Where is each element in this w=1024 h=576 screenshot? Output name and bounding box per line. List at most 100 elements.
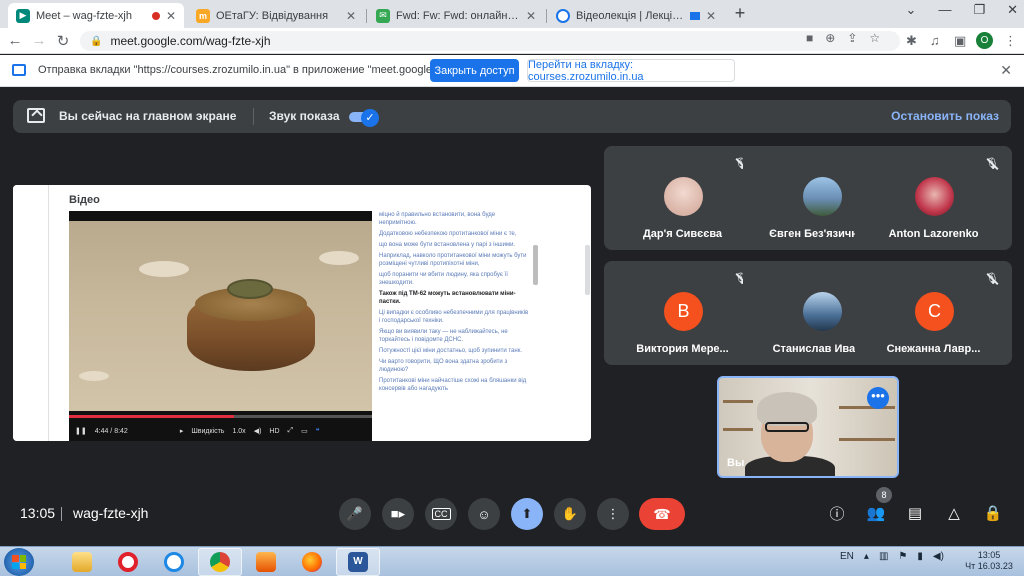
captions-button[interactable]: CC (425, 498, 457, 530)
video-player[interactable]: ❚❚ 4:44 / 8:42 ▸ Швидкість 1.0x ◀) HD ⤢ … (69, 211, 372, 441)
taskbar-explorer[interactable] (60, 548, 104, 576)
reload-icon[interactable]: ↻ (54, 32, 72, 50)
start-button[interactable] (4, 548, 34, 576)
zoom-icon[interactable]: ⊕ (825, 31, 835, 45)
flag-icon[interactable]: ⚑ (898, 551, 907, 562)
forward-icon[interactable]: → (30, 32, 48, 49)
close-tab-icon[interactable]: ✕ (706, 9, 716, 23)
present-button[interactable]: ⬆ (511, 498, 543, 530)
transcript-icon[interactable]: ❝ (316, 427, 320, 435)
stop-sharing-button[interactable]: Закрыть доступ (430, 59, 519, 82)
chevron-down-icon[interactable]: ⌄ (906, 2, 917, 18)
taskbar-media-player[interactable] (244, 548, 288, 576)
close-window-icon[interactable]: ✕ (1007, 2, 1018, 18)
bookmark-star-icon[interactable]: ☆ (869, 31, 880, 45)
restore-icon[interactable]: ❐ (973, 2, 985, 18)
meeting-info-button[interactable]: ⓘ (824, 500, 850, 526)
activities-button[interactable]: △ (941, 500, 967, 526)
taskbar-word[interactable]: W (336, 548, 380, 576)
page-scrollbar[interactable] (585, 245, 590, 295)
transcript-line[interactable]: Якщо ви виявили таку — не наближайтесь, … (379, 328, 529, 344)
volume-icon[interactable]: ◀) (933, 551, 944, 562)
host-controls-button[interactable]: 🔒 (980, 500, 1006, 526)
taskbar-opera[interactable] (106, 548, 150, 576)
back-icon[interactable]: ← (6, 32, 24, 49)
taskbar-chrome[interactable] (198, 548, 242, 576)
media-player-icon (256, 552, 276, 572)
reactions-button[interactable]: ☺ (468, 498, 500, 530)
volume-icon[interactable]: ◀) (254, 427, 262, 435)
browser-tab-bar: ▶ Meet – wag-fzte-xjh ✕ m ОЕтаГУ: Відвід… (0, 0, 1024, 28)
taskbar-clock[interactable]: 13:05 Чт 16.03.23 (958, 550, 1020, 572)
tab-attendance[interactable]: m ОЕтаГУ: Відвідування ✕ (188, 3, 364, 28)
chat-button[interactable]: ▤ (902, 500, 928, 526)
captions-icon[interactable]: ▭ (301, 427, 308, 435)
tab-video-lecture[interactable]: Відеолекція | Лекція 2. Безп ✕ (548, 3, 724, 28)
share-audio-toggle[interactable]: ✓ (349, 109, 379, 127)
speed-value[interactable]: 1.0x (232, 428, 245, 435)
transcript-line[interactable]: що вона може бути встановлена у парі з і… (379, 241, 529, 249)
speed-icon[interactable]: ▸ (180, 427, 184, 435)
tray-arrow-icon[interactable]: ▴ (864, 551, 869, 562)
more-options-button[interactable]: ⋮ (597, 498, 629, 530)
stop-presenting-button[interactable]: Остановить показ (891, 109, 999, 123)
fullscreen-icon[interactable]: ⤢ (288, 427, 294, 435)
leave-call-button[interactable]: ☎ (639, 498, 685, 530)
transcript-line[interactable]: щоб поранити чи вбити людину, яка спробу… (379, 271, 529, 287)
people-button[interactable]: 👥 (863, 500, 889, 526)
self-view-tile[interactable]: Вы ••• (717, 376, 899, 478)
participant-tile[interactable]: 🎙 С Снежанна Лавр... (855, 261, 1012, 365)
more-options-button[interactable]: ••• (867, 387, 889, 409)
profile-avatar[interactable]: O (976, 32, 993, 49)
url-bar[interactable]: 🔒 meet.google.com/wag-fzte-xjh (80, 31, 900, 51)
media-control-icon[interactable]: ♫ (930, 33, 940, 48)
transcript-scrollbar[interactable] (533, 245, 538, 285)
pause-icon[interactable]: ❚❚ (75, 427, 87, 435)
language-indicator[interactable]: EN (840, 551, 854, 562)
close-tab-icon[interactable]: ✕ (526, 9, 536, 23)
transcript-line[interactable]: Протитанкові міни найчастіше схожі на бл… (379, 377, 529, 393)
participant-tile[interactable]: 🎙 Anton Lazorenko (855, 146, 1012, 250)
taskbar-firefox[interactable] (290, 548, 334, 576)
participant-tile[interactable]: 🎙 Дар'я Сивєєва (604, 146, 761, 250)
new-tab-button[interactable]: + (730, 4, 750, 24)
tab-meet[interactable]: ▶ Meet – wag-fzte-xjh ✕ (8, 3, 184, 28)
tab-title: Fwd: Fw: Fwd: онлайн-курс • olg (396, 9, 520, 22)
extensions-icon[interactable]: ✱ (906, 33, 917, 49)
tab-gmail[interactable]: ✉ Fwd: Fw: Fwd: онлайн-курс • olg ✕ (368, 3, 544, 28)
url-text: meet.google.com/wag-fzte-xjh (110, 34, 271, 48)
lock-icon[interactable]: 🔒 (90, 36, 102, 47)
transcript-line[interactable]: Ці випадки є особливо небезпечними для п… (379, 309, 529, 325)
transcript-line[interactable]: міцно й правильно встановити, вона буде … (379, 211, 529, 227)
signal-icon[interactable]: ▮ (917, 551, 923, 562)
microphone-button[interactable]: 🎤 (339, 498, 371, 530)
avatar: В (664, 292, 703, 331)
system-tray: EN ▴ ▥ ⚑ ▮ ◀) (840, 551, 944, 562)
share-icon[interactable]: ⇪ (847, 31, 857, 45)
video-progress-bar[interactable] (69, 415, 372, 418)
close-tab-icon[interactable]: ✕ (166, 9, 176, 23)
network-icon[interactable]: ▥ (879, 551, 888, 562)
side-panel-icon[interactable]: ▣ (954, 33, 966, 49)
close-tab-icon[interactable]: ✕ (346, 9, 356, 23)
minimize-icon[interactable]: — (938, 2, 951, 18)
video-controls: ❚❚ 4:44 / 8:42 ▸ Швидкість 1.0x ◀) HD ⤢ … (69, 411, 372, 441)
go-to-tab-button[interactable]: Перейти на вкладку: courses.zrozumilo.in… (527, 59, 735, 83)
taskbar-ie[interactable] (152, 548, 196, 576)
quality-label[interactable]: HD (269, 428, 279, 435)
camera-icon[interactable]: ■ (806, 31, 813, 45)
raise-hand-button[interactable]: ✋ (554, 498, 586, 530)
transcript-line[interactable]: Потужності цієї міни достатньо, щоб зупи… (379, 347, 529, 355)
speed-label[interactable]: Швидкість (191, 428, 224, 435)
presenting-label: Вы сейчас на главном экране (59, 109, 237, 123)
menu-icon[interactable]: ⋮ (1004, 33, 1017, 49)
participant-tile[interactable]: 🎙 В Виктория Мере... (604, 261, 761, 365)
transcript-line[interactable]: Додатковою небезпекою протитанкової міни… (379, 230, 529, 238)
tab-title: ОЕтаГУ: Відвідування (216, 9, 329, 22)
camera-button[interactable]: ■▸ (382, 498, 414, 530)
mic-off-icon: 🎙 (985, 273, 999, 285)
transcript-line[interactable]: Наприклад, навколо протитанкової міни мо… (379, 252, 529, 268)
transcript-line-current[interactable]: Також під ТМ-62 можуть встановлювати мін… (379, 290, 529, 306)
close-icon[interactable]: ✕ (1000, 62, 1012, 79)
transcript-line[interactable]: Чи варто говорити, ЩО вона здатна зробит… (379, 358, 529, 374)
